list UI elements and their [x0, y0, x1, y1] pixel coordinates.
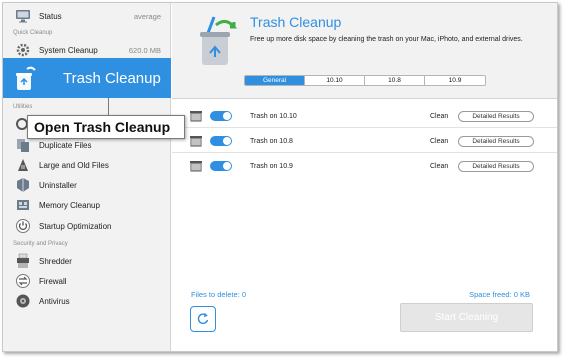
sidebar-item-shredder[interactable]: Shredder: [3, 251, 171, 271]
shredder-icon: [15, 253, 31, 269]
status-value: average: [133, 11, 161, 21]
sidebar-item-system-cleanup[interactable]: System Cleanup 620.0 MB: [3, 40, 171, 60]
sidebar-item-label: Memory Cleanup: [39, 200, 100, 210]
sidebar-item-label: System Cleanup: [39, 45, 98, 55]
row-label: Trash on 10.10: [250, 112, 297, 120]
section-label-utilities: Utilities: [13, 104, 33, 110]
trash-bin-icon: [190, 13, 240, 69]
detailed-results-button[interactable]: Detailed Results: [458, 110, 534, 122]
trash-cleanup-icon: [9, 63, 39, 93]
sidebar-item-label: Firewall: [39, 276, 67, 286]
row-label: Trash on 10.9: [250, 162, 293, 170]
power-icon: [15, 218, 31, 234]
gear-icon: [15, 42, 31, 58]
detailed-results-button[interactable]: Detailed Results: [458, 160, 534, 172]
table-row: Trash on 10.8 Clean Detailed Results: [190, 133, 535, 149]
detailed-results-button[interactable]: Detailed Results: [458, 135, 534, 147]
app-window: Status average Quick Cleanup System Clea…: [2, 2, 558, 352]
table-row: Trash on 10.10 Clean Detailed Results: [190, 108, 535, 124]
row-status: Clean: [430, 112, 449, 120]
sidebar-item-antivirus[interactable]: Antivirus: [3, 291, 171, 311]
tab-10-10[interactable]: 10.10: [305, 76, 365, 85]
memory-icon: [15, 197, 31, 213]
sidebar: Status average Quick Cleanup System Clea…: [3, 3, 171, 351]
callout-pointer: [108, 98, 109, 116]
row-divider: [172, 152, 557, 153]
sidebar-item-label: Trash Cleanup: [63, 69, 161, 87]
duplicate-files-icon: [15, 137, 31, 153]
sidebar-item-memory-cleanup[interactable]: Memory Cleanup: [3, 195, 171, 215]
page-title: Trash Cleanup: [250, 14, 342, 30]
main-panel: Trash Cleanup Free up more disk space by…: [172, 3, 557, 351]
refresh-button[interactable]: [190, 306, 216, 332]
sidebar-item-status[interactable]: Status average: [3, 6, 171, 26]
tab-bar: General 10.10 10.8 10.9: [244, 75, 486, 86]
section-label-security: Security and Privacy: [13, 241, 68, 247]
table-row: Trash on 10.9 Clean Detailed Results: [190, 158, 535, 174]
sidebar-item-label: Shredder: [39, 256, 72, 266]
sidebar-item-label: Large and Old Files: [39, 160, 109, 170]
trash-icon: [190, 110, 206, 122]
space-freed: Space freed: 0 KB: [469, 290, 530, 299]
sidebar-item-firewall[interactable]: Firewall: [3, 271, 171, 291]
monitor-icon: [15, 8, 31, 24]
start-cleaning-button[interactable]: Start Cleaning: [400, 303, 533, 332]
section-label-quick-cleanup: Quick Cleanup: [13, 30, 53, 36]
sidebar-item-label: Startup Optimization: [39, 221, 112, 231]
row-toggle[interactable]: [210, 161, 232, 171]
sidebar-item-trash-cleanup[interactable]: Trash Cleanup: [3, 58, 171, 98]
tab-10-9[interactable]: 10.9: [425, 76, 485, 85]
large-files-icon: [15, 157, 31, 173]
sidebar-item-large-old-files[interactable]: Large and Old Files: [3, 155, 171, 175]
row-divider: [172, 127, 557, 128]
page-description: Free up more disk space by cleaning the …: [250, 36, 523, 43]
sidebar-item-label: Antivirus: [39, 296, 70, 306]
trash-icon: [190, 135, 206, 147]
callout-open-trash-cleanup: Open Trash Cleanup: [27, 115, 185, 139]
sidebar-item-label: Status: [39, 11, 62, 21]
uninstaller-icon: [15, 177, 31, 193]
trash-icon: [190, 160, 206, 172]
header: Trash Cleanup Free up more disk space by…: [172, 3, 557, 99]
row-toggle[interactable]: [210, 136, 232, 146]
sidebar-item-label: Uninstaller: [39, 180, 77, 190]
antivirus-icon: [15, 293, 31, 309]
firewall-icon: [15, 273, 31, 289]
sidebar-item-label: Duplicate Files: [39, 140, 92, 150]
tab-general[interactable]: General: [245, 76, 305, 85]
row-toggle[interactable]: [210, 111, 232, 121]
sidebar-item-uninstaller[interactable]: Uninstaller: [3, 175, 171, 195]
sidebar-item-startup-optimization[interactable]: Startup Optimization: [3, 216, 171, 236]
system-cleanup-size: 620.0 MB: [128, 45, 161, 55]
files-to-delete: Files to delete: 0: [191, 290, 247, 299]
row-status: Clean: [430, 137, 449, 145]
row-status: Clean: [430, 162, 449, 170]
refresh-icon: [195, 311, 211, 327]
row-label: Trash on 10.8: [250, 137, 293, 145]
tab-10-8[interactable]: 10.8: [365, 76, 425, 85]
